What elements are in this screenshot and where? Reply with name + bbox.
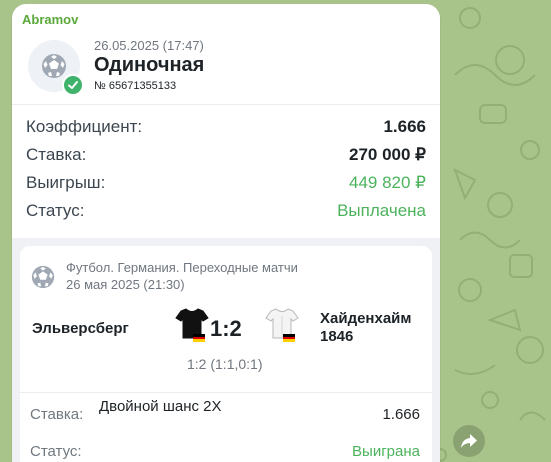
- match-score: 1:2: [210, 316, 242, 341]
- soccer-ball-icon: [42, 54, 66, 78]
- divider: [12, 104, 440, 105]
- stake-label: Ставка:: [26, 145, 87, 164]
- status-row: Статус: Выплачена: [26, 201, 426, 225]
- bet-date: 26.05.2025 (17:47): [94, 38, 204, 53]
- check-icon: [62, 74, 84, 96]
- soccer-ball-icon: [31, 265, 55, 289]
- bet-odds: 1.666: [382, 406, 420, 423]
- coefficient-value: 1.666: [383, 117, 426, 136]
- home-team-name: Эльверсберг: [32, 320, 129, 337]
- stake-row: Ставка: 270 000 ₽: [26, 145, 426, 169]
- event-status-value: Выиграна: [352, 443, 420, 460]
- status-value: Выплачена: [337, 201, 426, 220]
- message-bubble: Abramov 26.05.2025 (17:47) Одиночная № 6…: [12, 4, 440, 462]
- winnings-label: Выигрыш:: [26, 173, 106, 192]
- score-detail: 1:2 (1:1,0:1): [187, 356, 263, 372]
- sender-name[interactable]: Abramov: [22, 12, 78, 27]
- germany-flag-icon: [193, 334, 205, 342]
- status-label: Статус:: [26, 201, 85, 220]
- event-status-label: Статус:: [30, 443, 82, 460]
- divider: [20, 392, 432, 393]
- forward-button[interactable]: [453, 425, 485, 457]
- stake-value: 270 000 ₽: [349, 145, 426, 164]
- bet-type-title: Одиночная: [94, 54, 205, 76]
- league-name: Футбол. Германия. Переходные матчи: [66, 260, 298, 275]
- forward-arrow-icon: [461, 434, 477, 448]
- coefficient-label: Коэффициент:: [26, 117, 143, 136]
- event-section: Футбол. Германия. Переходные матчи 26 ма…: [12, 238, 440, 462]
- bet-label: Ставка:: [30, 406, 84, 423]
- away-team-name: Хайденхайм 1846: [320, 310, 412, 345]
- bet-number: № 65671355133: [94, 80, 177, 92]
- winnings-value: 449 820 ₽: [349, 173, 426, 192]
- germany-flag-icon: [283, 334, 295, 342]
- winnings-row: Выигрыш: 449 820 ₽: [26, 173, 426, 197]
- event-card: Футбол. Германия. Переходные матчи 26 ма…: [20, 246, 432, 462]
- event-date: 26 мая 2025 (21:30): [66, 277, 185, 292]
- coefficient-row: Коэффициент: 1.666: [26, 117, 426, 141]
- bet-outcome: Двойной шанс 2Х: [99, 398, 222, 415]
